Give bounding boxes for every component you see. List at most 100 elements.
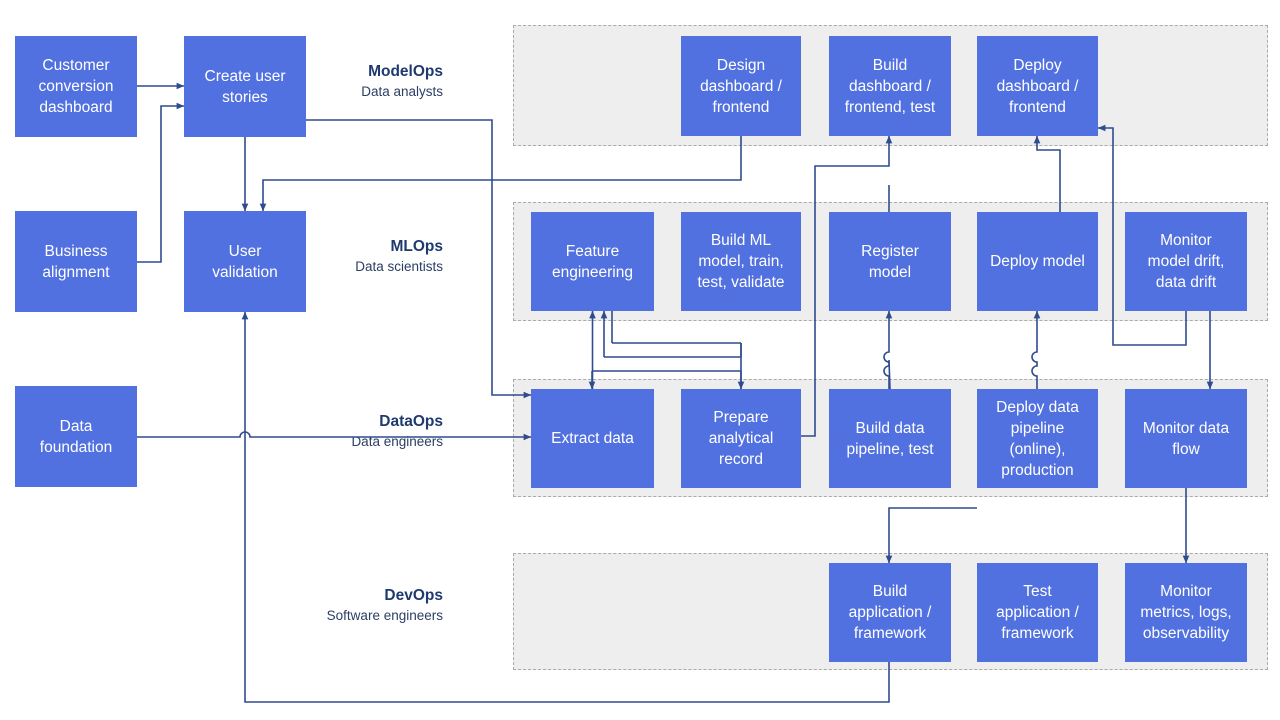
node-label-line: test, validate xyxy=(697,274,785,291)
node-label-line: model, train, xyxy=(698,253,784,270)
node-test-application-framework[interactable]: Test application / framework xyxy=(977,563,1098,662)
node-monitor-metrics-logs[interactable]: Monitor metrics, logs, observability xyxy=(1125,563,1247,662)
node-label-line: pipeline xyxy=(1010,419,1065,437)
node-label-line: Deploy model xyxy=(990,253,1085,270)
node-label-line: pipeline, test xyxy=(846,440,934,458)
node-label-line: User xyxy=(228,242,262,260)
node-label-line: dashboard / xyxy=(849,77,931,95)
node-label: Monitor data flow xyxy=(1143,418,1229,460)
node-label-line: Deploy data xyxy=(996,398,1079,416)
node-monitor-model-drift[interactable]: Monitor model drift, data drift xyxy=(1125,212,1247,311)
node-label-line: Deploy xyxy=(1013,56,1062,74)
node-label-line: Design xyxy=(716,56,766,74)
node-label-line: Monitor data xyxy=(1142,419,1230,437)
node-label-line: Test xyxy=(1023,583,1052,600)
node-label: Build application / framework xyxy=(849,581,932,644)
node-extract-data[interactable]: Extract data xyxy=(531,389,654,488)
node-label-line: model xyxy=(868,263,912,281)
node-label: Create user stories xyxy=(205,66,286,108)
node-label-line: Create user xyxy=(204,67,286,85)
node-label-line: Business xyxy=(44,242,108,260)
diagram-canvas: ModelOps Data analysts MLOps Data scient… xyxy=(0,0,1280,720)
node-label-line: dashboard / xyxy=(700,77,782,95)
node-build-data-pipeline-test[interactable]: Build data pipeline, test xyxy=(829,389,951,488)
node-label-line: Build ML xyxy=(710,232,772,249)
node-label-line: dashboard xyxy=(39,99,113,116)
node-build-ml-model[interactable]: Build ML model, train, test, validate xyxy=(681,212,801,311)
node-user-validation[interactable]: User validation xyxy=(184,211,306,312)
lane-title-devops: DevOps Software engineers xyxy=(0,586,478,625)
node-label-line: record xyxy=(719,451,763,468)
node-prepare-analytical-record[interactable]: Prepare analytical record xyxy=(681,389,801,488)
node-label-line: stories xyxy=(222,88,268,106)
connector-deploy-model-to-deploy-dashboard xyxy=(1033,135,1061,212)
node-business-alignment[interactable]: Business alignment xyxy=(15,211,137,312)
node-label-line: (online), xyxy=(1009,440,1066,458)
lane-role: Software engineers xyxy=(326,608,443,623)
node-label-line: frontend, test xyxy=(844,98,936,116)
node-build-dashboard-frontend-test[interactable]: Build dashboard / frontend, test xyxy=(829,36,951,136)
node-label: Extract data xyxy=(551,428,634,449)
node-label-line: application / xyxy=(996,604,1079,621)
node-label-line: Build xyxy=(872,583,908,600)
node-deploy-dashboard-frontend[interactable]: Deploy dashboard / frontend xyxy=(977,36,1098,136)
node-label: Customer conversion dashboard xyxy=(39,55,114,118)
node-label: Design dashboard / frontend xyxy=(700,55,782,118)
node-label-line: observability xyxy=(1142,625,1230,642)
node-label-line: framework xyxy=(1001,625,1074,642)
node-feature-engineering[interactable]: Feature engineering xyxy=(531,212,654,311)
node-label-line: application / xyxy=(848,604,932,621)
node-label-line: Build xyxy=(872,56,908,74)
node-label: Feature engineering xyxy=(552,241,633,283)
node-label: Build ML model, train, test, validate xyxy=(697,230,784,293)
node-label-line: foundation xyxy=(39,438,113,456)
node-label-line: Feature xyxy=(565,242,620,260)
node-design-dashboard-frontend[interactable]: Design dashboard / frontend xyxy=(681,36,801,136)
node-customer-conversion-dashboard[interactable]: Customer conversion dashboard xyxy=(15,36,137,137)
node-label-line: metrics, logs, xyxy=(1140,604,1232,621)
node-label-line: dashboard / xyxy=(996,77,1079,95)
connector-build-data-pipeline-to-register-model xyxy=(883,310,893,389)
node-label: Deploy data pipeline (online), production xyxy=(996,397,1079,481)
node-label-line: Prepare xyxy=(713,409,769,426)
node-label: Business alignment xyxy=(42,241,109,283)
connector-deploy-data-pipeline-to-deploy-model xyxy=(1031,310,1041,389)
node-create-user-stories[interactable]: Create user stories xyxy=(184,36,306,137)
node-label-line: analytical xyxy=(708,430,774,447)
node-label-line: validation xyxy=(212,263,278,281)
node-label-line: data drift xyxy=(1155,274,1217,291)
node-label-line: Monitor xyxy=(1160,583,1212,600)
node-label-line: Build data xyxy=(855,419,925,437)
node-label-line: Extract data xyxy=(551,430,634,447)
node-label-line: Customer xyxy=(42,57,110,74)
node-label-line: flow xyxy=(1172,440,1200,458)
node-label-line: framework xyxy=(853,625,927,642)
node-deploy-data-pipeline[interactable]: Deploy data pipeline (online), production xyxy=(977,389,1098,488)
node-build-application-framework[interactable]: Build application / framework xyxy=(829,563,951,662)
node-label: Build data pipeline, test xyxy=(846,418,933,460)
node-label: Monitor metrics, logs, observability xyxy=(1140,581,1231,644)
node-label: Deploy dashboard / frontend xyxy=(997,55,1079,118)
node-label-line: model drift, xyxy=(1147,253,1225,270)
node-deploy-model[interactable]: Deploy model xyxy=(977,212,1098,311)
node-label: Register model xyxy=(861,241,919,283)
node-label: Test application / framework xyxy=(996,581,1079,644)
node-label-line: Register xyxy=(861,242,919,260)
node-label-line: production xyxy=(1001,461,1074,479)
connector-design-dashboard-to-user-validation xyxy=(259,136,742,212)
node-label: Prepare analytical record xyxy=(709,407,774,470)
node-monitor-data-flow[interactable]: Monitor data flow xyxy=(1125,389,1247,488)
node-label: Monitor model drift, data drift xyxy=(1148,230,1225,293)
node-register-model[interactable]: Register model xyxy=(829,212,951,311)
node-label-line: alignment xyxy=(42,263,110,281)
node-label-line: conversion xyxy=(38,78,114,95)
lane-name: DevOps xyxy=(384,587,443,604)
node-label: Data foundation xyxy=(40,416,112,458)
node-label-line: engineering xyxy=(551,263,633,281)
node-label-line: Monitor xyxy=(1160,232,1212,249)
node-label-line: Data xyxy=(59,417,93,435)
node-label-line: frontend xyxy=(712,98,770,116)
node-label: Deploy model xyxy=(990,251,1085,272)
node-data-foundation[interactable]: Data foundation xyxy=(15,386,137,487)
node-label: Build dashboard / frontend, test xyxy=(845,55,935,118)
